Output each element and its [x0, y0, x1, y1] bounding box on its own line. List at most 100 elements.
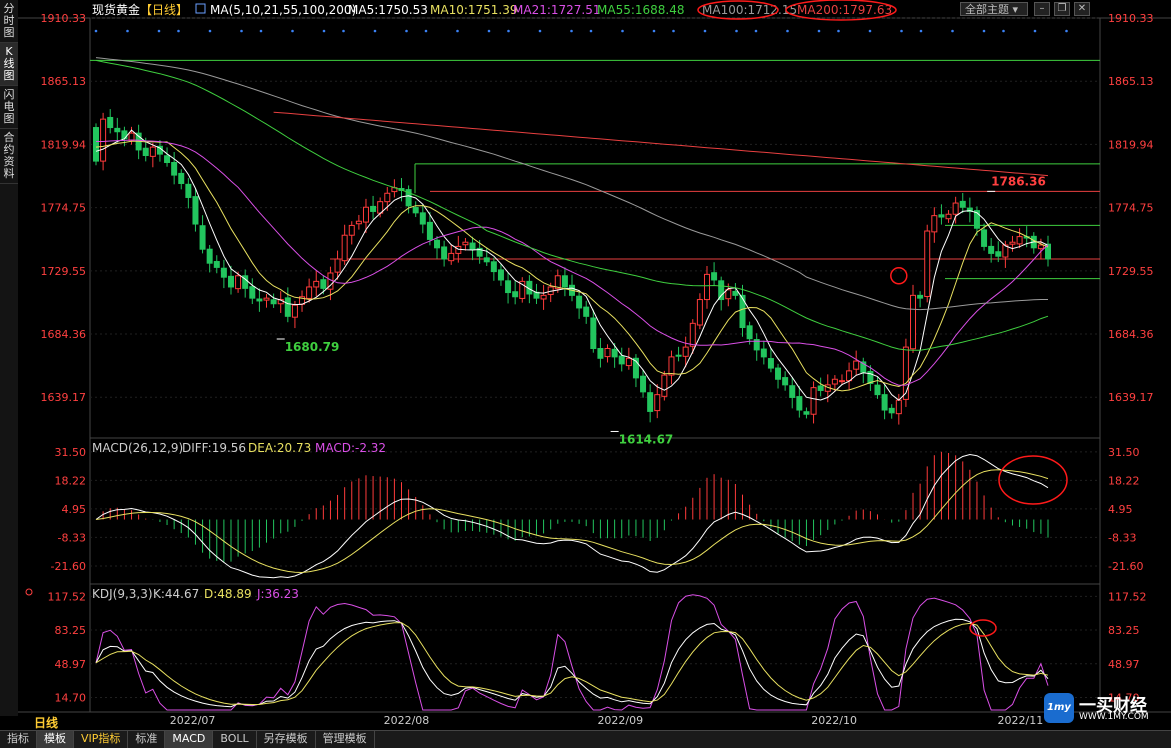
candle-body	[256, 298, 263, 302]
macd-y-tick-left: -21.60	[51, 560, 86, 573]
tab-standard[interactable]: 标准	[128, 731, 166, 748]
candle-body	[917, 294, 924, 299]
candle-body	[661, 374, 668, 397]
kdj-legend-item: D:48.89	[204, 587, 252, 601]
candle-body	[817, 385, 824, 391]
chart-background	[18, 0, 1171, 730]
extreme-label: 1786.36	[991, 174, 1046, 188]
price-y-tick-left: 1639.17	[41, 391, 87, 404]
macd-y-tick-right: -21.60	[1108, 560, 1143, 573]
candle-body	[107, 116, 114, 129]
price-y-tick-right: 1910.33	[1108, 12, 1154, 25]
candle-body	[206, 248, 213, 264]
signal-dot	[208, 29, 212, 33]
price-y-tick-left: 1729.55	[41, 265, 87, 278]
tab-vip-indicators[interactable]: VIP指标	[74, 731, 129, 748]
candle-body	[426, 221, 433, 240]
kdj-y-tick-left: 14.70	[55, 692, 87, 705]
candle-body	[220, 267, 227, 278]
candle-body	[789, 385, 796, 398]
candle-body	[583, 306, 590, 317]
macd-y-tick-left: 18.22	[55, 474, 87, 487]
candle-body	[618, 355, 625, 365]
candle-body	[732, 290, 739, 296]
signal-dot	[900, 29, 903, 33]
signal-dot	[703, 29, 707, 33]
price-y-tick-left: 1684.36	[41, 328, 87, 341]
candle-body	[703, 273, 710, 301]
tab-manage-templates[interactable]: 管理模板	[316, 731, 375, 748]
signal-dot	[837, 29, 840, 33]
candle-body	[384, 192, 391, 203]
candle-body	[355, 220, 362, 225]
candle-body	[625, 357, 632, 367]
tab-templates[interactable]: 模板	[37, 731, 74, 748]
candle-body	[1037, 244, 1044, 250]
signal-dot	[240, 29, 243, 33]
candle-body	[121, 130, 128, 140]
candle-body	[149, 146, 156, 157]
candle-body	[263, 297, 270, 301]
ma-legend-prefix: MA(5,10,21,55,100,200)	[210, 3, 356, 17]
restore-icon[interactable]: ❐	[1054, 2, 1070, 16]
candle-body	[995, 251, 1002, 257]
price-y-tick-left: 1865.13	[41, 75, 87, 88]
ma-legend-item: MA5:1750.53	[348, 3, 428, 17]
candle-body	[362, 206, 369, 223]
minimize-icon[interactable]: –	[1034, 2, 1050, 16]
ma-legend-item: MA10:1751.39	[430, 3, 518, 17]
candle-body	[114, 127, 121, 133]
signal-dot	[424, 29, 428, 33]
x-tick-label: 2022/07	[170, 714, 216, 727]
price-y-tick-right: 1729.55	[1108, 265, 1154, 278]
candle-body	[675, 354, 682, 357]
candle-body	[185, 183, 192, 198]
ma-legend-item: MA200:1797.63	[797, 3, 892, 17]
signal-dot	[951, 29, 954, 33]
candle-body	[746, 325, 753, 340]
x-tick-label: 2022/10	[811, 714, 857, 727]
tab-indicators[interactable]: 指标	[0, 731, 37, 748]
tab-save-template[interactable]: 另存模板	[257, 731, 316, 748]
candle-body	[981, 229, 988, 247]
ma-legend-item: MA100:1712.15	[702, 3, 797, 17]
candle-body	[100, 118, 107, 162]
kdj-y-tick-left: 48.97	[55, 658, 87, 671]
chart-canvas[interactable]: 1910.33 1910.33 1865.13 1865.13 1819.94 1819.…	[0, 0, 1171, 730]
candle-body	[249, 286, 256, 299]
x-tick-label: 2022/09	[597, 714, 643, 727]
signal-dot	[735, 29, 738, 33]
candle-body	[334, 258, 341, 273]
macd-y-tick-left: -8.33	[58, 531, 86, 544]
candle-body	[725, 289, 732, 300]
signal-dot	[259, 29, 263, 33]
candle-body	[171, 162, 178, 176]
price-y-tick-right: 1865.13	[1108, 75, 1154, 88]
candle-body	[441, 246, 448, 260]
candle-body	[590, 317, 597, 349]
macd-legend-item: DIFF:19.56	[182, 441, 246, 455]
tab-macd[interactable]: MACD	[165, 731, 214, 748]
candle-body	[1009, 241, 1016, 245]
macd-legend-item: DEA:20.73	[248, 441, 311, 455]
candle-body	[831, 378, 838, 385]
x-tick-label: 2022/08	[384, 714, 430, 727]
ma-legend-item: MA21:1727.51	[513, 3, 601, 17]
signal-dot	[817, 29, 821, 33]
candle-body	[128, 132, 135, 141]
signal-dot	[405, 29, 408, 33]
brand-logo: 1my 一买财经 WWW.1MY.COM	[1044, 693, 1166, 725]
candle-body	[910, 294, 917, 350]
macd-y-tick-left: 31.50	[55, 446, 87, 459]
candle-body	[419, 212, 426, 225]
tab-boll[interactable]: BOLL	[213, 731, 257, 748]
close-icon[interactable]: ✕	[1074, 2, 1090, 16]
candle-body	[931, 215, 938, 233]
price-y-tick-left: 1819.94	[41, 138, 87, 151]
candle-body	[341, 234, 348, 262]
topic-dropdown[interactable]: 全部主题 ▾	[960, 2, 1028, 16]
signal-dot	[487, 29, 491, 33]
candle-body	[767, 358, 774, 369]
signal-dot	[672, 29, 675, 33]
candle-body	[654, 394, 661, 412]
